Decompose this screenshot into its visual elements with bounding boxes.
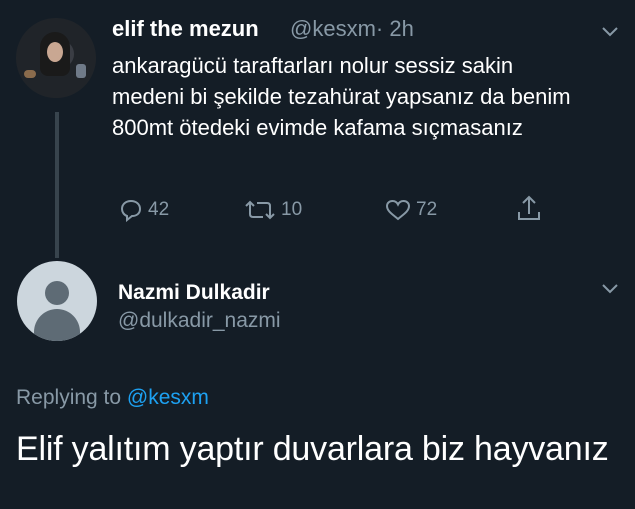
reply-icon (120, 199, 142, 222)
chevron-down-icon (602, 27, 618, 37)
tweet-author-name[interactable]: elif the mezun (112, 16, 259, 42)
avatar-photo-bg (24, 70, 36, 78)
like-button[interactable]: 72 (384, 198, 437, 222)
retweet-count: 10 (281, 199, 303, 220)
reply-button[interactable]: 42 (118, 198, 169, 222)
heart-icon (385, 199, 411, 221)
replying-to: Replying to @kesxm (16, 386, 209, 410)
thread-connector-line (55, 112, 59, 258)
replying-to-label: Replying to (16, 386, 122, 409)
default-avatar-body (34, 309, 80, 341)
retweet-icon (245, 200, 275, 220)
reply-author-name[interactable]: Nazmi Dulkadir (118, 281, 270, 305)
share-icon (518, 195, 540, 220)
retweet-button[interactable]: 10 (243, 198, 302, 222)
replying-to-mention[interactable]: @kesxm (127, 386, 209, 409)
reply-menu-button[interactable] (601, 283, 619, 295)
reply-author-handle[interactable]: @dulkadir_nazmi (118, 309, 281, 333)
avatar-photo-face (47, 42, 63, 62)
tweet-author-handle[interactable]: @kesxm (290, 16, 376, 41)
tweet-text: ankaragücü taraftarları nolur sessiz sak… (112, 53, 571, 140)
avatar-default[interactable] (17, 261, 97, 341)
share-button[interactable] (516, 193, 542, 223)
like-count: 72 (416, 199, 438, 220)
reply-count: 42 (148, 199, 170, 220)
avatar[interactable] (16, 18, 96, 98)
avatar-photo-bg (76, 64, 86, 78)
tweet-time[interactable]: · 2h (376, 16, 414, 41)
chevron-down-icon (602, 284, 618, 294)
tweet-menu-button[interactable] (601, 26, 619, 38)
reply-text: Elif yalıtım yaptır duvarlara biz hayvan… (16, 430, 609, 468)
default-avatar-head (45, 281, 69, 305)
tweet-author-handle-time[interactable]: @kesxm· 2h (290, 16, 414, 42)
